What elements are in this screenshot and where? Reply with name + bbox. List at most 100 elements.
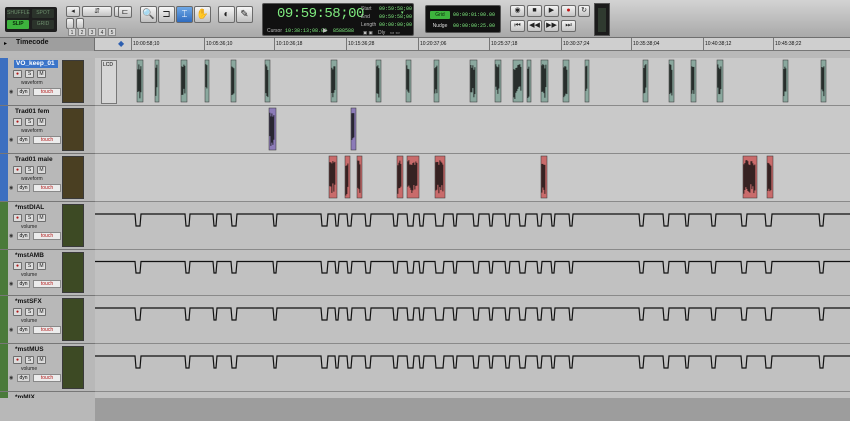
audio-clip[interactable] <box>690 59 697 103</box>
audio-clip[interactable] <box>350 107 357 151</box>
audio-clip[interactable] <box>434 155 446 199</box>
audio-clip[interactable] <box>540 59 549 103</box>
track-view-label[interactable]: volume <box>21 318 37 324</box>
automation-mode-select[interactable]: touch <box>33 184 61 192</box>
rewind-to-start-icon[interactable]: ⏮ <box>510 20 525 32</box>
track-name[interactable]: Trad01 male <box>15 156 53 163</box>
grid-button[interactable]: Grid <box>430 11 450 19</box>
tab-to-transient-icon[interactable]: ⊏ <box>118 6 132 18</box>
nudge-button[interactable]: Nudge <box>430 22 450 30</box>
dyn-button[interactable]: dyn <box>17 280 30 288</box>
ruler-expand-icon[interactable]: ▸ <box>4 40 7 47</box>
playlist-icon[interactable]: ◉ <box>9 281 15 287</box>
main-counter-value[interactable]: 09:59:58;00 <box>277 6 364 22</box>
track-lane[interactable] <box>95 106 850 154</box>
track-lane[interactable] <box>95 154 850 202</box>
nudge-value[interactable]: 00:00:00:25.00 <box>453 23 495 29</box>
audio-clip[interactable] <box>716 59 724 103</box>
rewind-icon[interactable]: ◀◀ <box>527 20 542 32</box>
mode-shuffle-button[interactable]: SHUFFLE <box>7 9 30 18</box>
playlist-icon[interactable]: ◉ <box>9 233 15 239</box>
zoom-out-icon[interactable]: ◂ <box>66 6 80 17</box>
loop-icon[interactable]: ↻ <box>578 5 590 17</box>
record-arm-button[interactable]: ● <box>13 118 22 126</box>
audio-clip[interactable] <box>405 59 412 103</box>
audio-clip[interactable] <box>494 59 502 103</box>
zoom-preset-5[interactable]: 5 <box>108 28 116 36</box>
audio-clip[interactable] <box>820 59 827 103</box>
mute-button[interactable]: M <box>37 308 46 316</box>
sync-icon[interactable]: ▭ ▭ <box>390 30 400 36</box>
dyn-button[interactable]: dyn <box>17 232 30 240</box>
trim-icon[interactable]: ⊐ <box>158 6 175 23</box>
track-lane[interactable] <box>95 250 850 296</box>
track-lane[interactable]: LCD <box>95 58 850 106</box>
audio-clip[interactable] <box>356 155 363 199</box>
audio-clip[interactable] <box>766 155 774 199</box>
audio-clip[interactable] <box>512 59 524 103</box>
track-view-label[interactable]: volume <box>21 224 37 230</box>
solo-button[interactable]: S <box>25 166 34 174</box>
zoom-icon[interactable]: 🔍 <box>140 6 157 23</box>
audio-clip[interactable] <box>396 155 404 199</box>
selector-icon[interactable]: ⌶ <box>176 6 193 23</box>
fast-forward-icon[interactable]: ▶▶ <box>544 20 559 32</box>
mode-grid-button[interactable]: GRID <box>32 20 54 29</box>
audio-clip[interactable] <box>782 59 789 103</box>
track-view-label[interactable]: volume <box>21 272 37 278</box>
mute-button[interactable]: M <box>37 356 46 364</box>
solo-button[interactable]: S <box>25 70 34 78</box>
scrubber-icon[interactable]: ◐ <box>218 6 235 23</box>
playlist-icon[interactable]: ◉ <box>9 185 15 191</box>
pre-post-roll-icon[interactable]: ▣ ▣ <box>363 30 373 36</box>
track-view-label[interactable]: volume <box>21 366 37 372</box>
playlist-icon[interactable]: ◉ <box>9 89 15 95</box>
audio-clip[interactable] <box>180 59 188 103</box>
automation-mode-select[interactable]: touch <box>33 88 61 96</box>
audio-clip[interactable] <box>540 155 548 199</box>
length-value[interactable]: 00:00:00;00 <box>379 22 412 28</box>
go-to-end-icon[interactable]: ⏭ <box>561 20 576 32</box>
grabber-icon[interactable]: ✋ <box>194 6 211 23</box>
record-arm-button[interactable]: ● <box>13 308 22 316</box>
record-arm-button[interactable]: ● <box>13 70 22 78</box>
track-view-label[interactable]: waveform <box>21 128 43 134</box>
automation-mode-select[interactable]: touch <box>33 232 61 240</box>
mode-slip-button[interactable]: SLIP <box>7 20 29 29</box>
dyn-button[interactable]: dyn <box>17 88 30 96</box>
audio-clip[interactable] <box>268 107 277 151</box>
audio-clip[interactable] <box>406 155 420 199</box>
stop-icon[interactable]: ■ <box>527 5 542 17</box>
dyn-button[interactable]: dyn <box>17 374 30 382</box>
audio-clip[interactable] <box>328 155 338 199</box>
dly-label[interactable]: Dly <box>378 30 385 36</box>
audio-clip[interactable] <box>264 59 271 103</box>
audio-clip[interactable] <box>562 59 570 103</box>
audio-clip[interactable] <box>344 155 351 199</box>
audio-clip[interactable] <box>584 59 590 103</box>
audio-clip[interactable] <box>204 59 210 103</box>
track-name[interactable]: *mstDIAL <box>15 204 44 211</box>
solo-button[interactable]: S <box>25 308 34 316</box>
audio-clip[interactable] <box>154 59 160 103</box>
track-name[interactable]: Trad01 fem <box>15 108 49 115</box>
automation-mode-select[interactable]: touch <box>33 326 61 334</box>
pencil-icon[interactable]: ✎ <box>236 6 253 23</box>
track-lane[interactable] <box>95 202 850 250</box>
playlist-icon[interactable]: ◉ <box>9 327 15 333</box>
mode-spot-button[interactable]: SPOT <box>32 9 54 18</box>
track-view-label[interactable]: waveform <box>21 80 43 86</box>
track-lane[interactable] <box>95 296 850 344</box>
track-lane[interactable] <box>95 344 850 392</box>
mute-button[interactable]: M <box>37 262 46 270</box>
end-value[interactable]: 09:59:58;00 <box>379 14 412 20</box>
mute-button[interactable]: M <box>37 70 46 78</box>
zoom-preset-3[interactable]: 3 <box>88 28 96 36</box>
automation-mode-select[interactable]: touch <box>33 280 61 288</box>
solo-button[interactable]: S <box>25 356 34 364</box>
dyn-button[interactable]: dyn <box>17 136 30 144</box>
start-value[interactable]: 09:59:58;00 <box>379 6 412 12</box>
playlist-icon[interactable]: ◉ <box>9 375 15 381</box>
audio-clip[interactable] <box>136 59 144 103</box>
track-name[interactable]: VO_keep_01 <box>14 60 58 68</box>
